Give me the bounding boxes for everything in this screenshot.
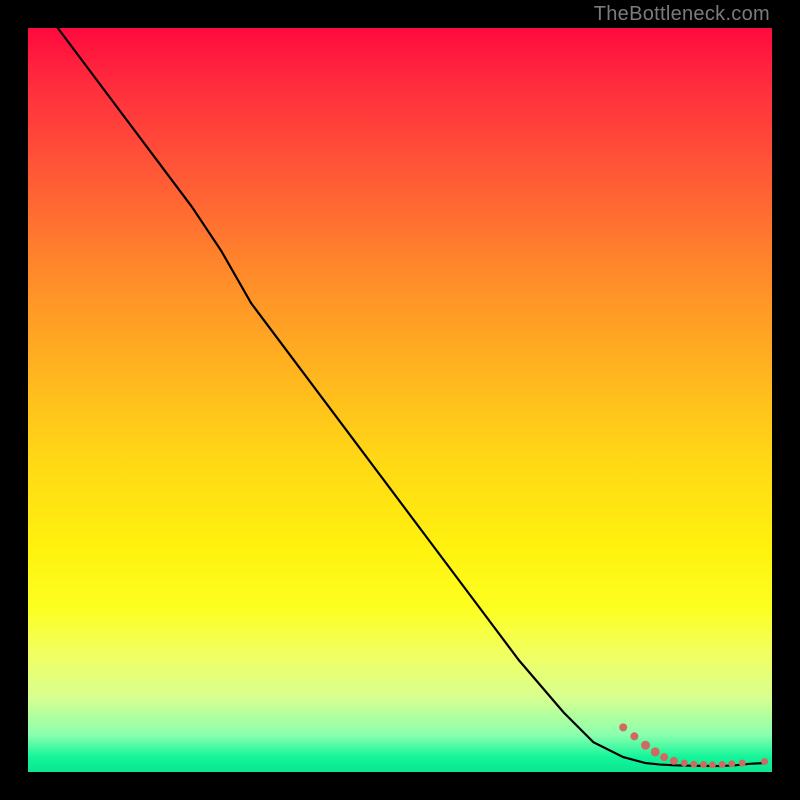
main-curve-line <box>58 28 765 766</box>
scatter-point <box>651 747 660 756</box>
scatter-point <box>690 761 697 768</box>
scatter-point <box>739 760 746 767</box>
chart-frame: TheBottleneck.com <box>0 0 800 800</box>
curve-svg <box>28 28 772 772</box>
scatter-point <box>619 723 627 731</box>
scatter-point <box>660 753 668 761</box>
plot-area <box>28 28 772 772</box>
scatter-point <box>700 761 707 768</box>
scatter-point <box>641 741 650 750</box>
scatter-point <box>630 732 638 740</box>
scatter-point <box>719 761 726 768</box>
scatter-point <box>670 757 678 765</box>
scatter-point <box>681 760 688 767</box>
curve-layer <box>58 28 768 768</box>
scatter-point <box>728 760 735 767</box>
attribution-text: TheBottleneck.com <box>594 3 770 26</box>
scatter-point <box>709 761 716 768</box>
scatter-point <box>761 758 768 765</box>
